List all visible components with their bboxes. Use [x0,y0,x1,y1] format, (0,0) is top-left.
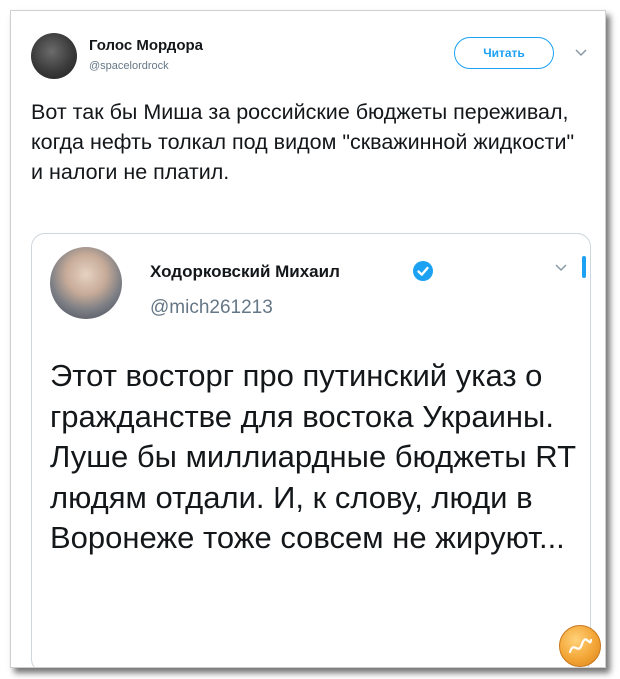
author-avatar[interactable] [31,33,77,79]
scroll-indicator [582,256,586,278]
chevron-down-icon[interactable] [574,47,588,59]
quoted-tweet-text: Этот восторг про путинский указ о гражда… [50,358,576,555]
author-name[interactable]: Голос Мордора [89,37,203,54]
author-handle[interactable]: @spacelordrock [89,60,169,72]
quoted-author-handle[interactable]: @mich261213 [150,297,273,319]
quoted-author-avatar[interactable] [50,247,122,319]
tweet-card: Голос Мордора @spacelordrock Читать Вот … [10,10,606,668]
quoted-author-name[interactable]: Ходорковский Михаил [150,262,340,282]
tweet-text: Вот так бы Миша за российские бюджеты пе… [31,100,575,184]
chevron-down-icon[interactable] [554,262,568,274]
follow-button[interactable]: Читать [454,37,554,69]
verified-badge-icon [413,261,433,281]
watermark-logo [559,625,601,667]
quoted-tweet[interactable]: Ходорковский Михаил @mich261213 Этот вос… [31,233,591,667]
